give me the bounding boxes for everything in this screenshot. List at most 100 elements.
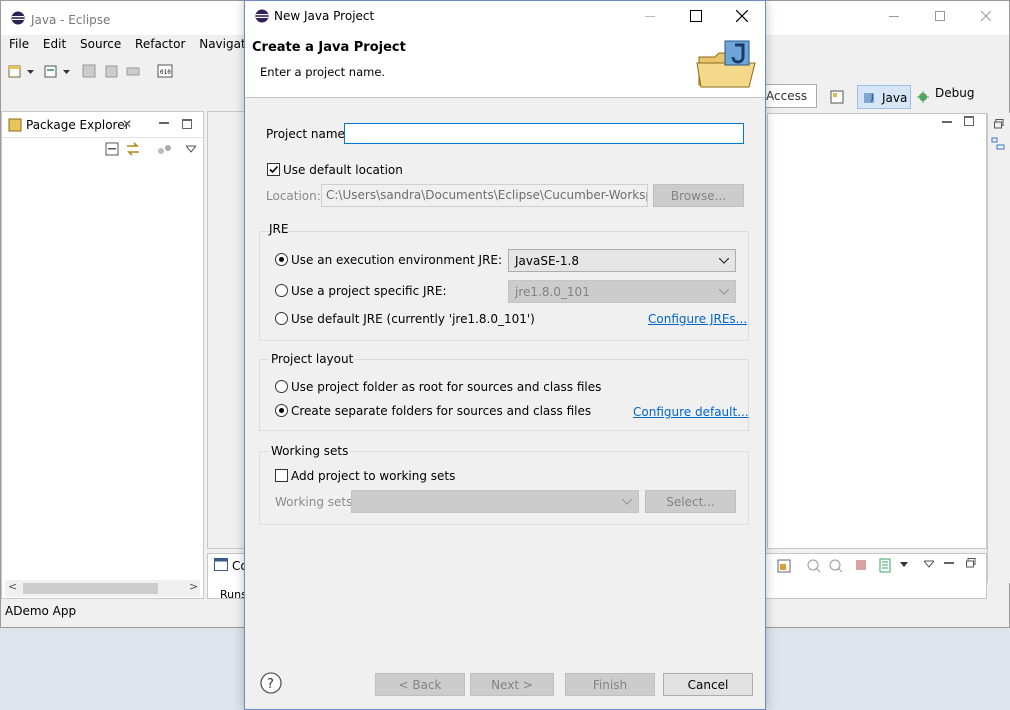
eclipse-close-icon[interactable]: [963, 1, 1009, 31]
next-button[interactable]: Next >: [470, 673, 554, 696]
scroll-lock-icon[interactable]: [776, 558, 792, 574]
configure-jres-link[interactable]: Configure JREs...: [648, 312, 747, 326]
terminate-icon[interactable]: [854, 558, 868, 572]
project-layout-group: [259, 359, 749, 431]
java-project-wizard-icon: [695, 39, 759, 91]
console-restore-icon[interactable]: [966, 558, 976, 568]
save-all-icon[interactable]: [103, 63, 119, 79]
view-menu-icon[interactable]: [924, 560, 934, 568]
layout-separate-radio[interactable]: [275, 404, 288, 417]
console-minimize-icon[interactable]: [944, 560, 954, 570]
eclipse-minimize-icon[interactable]: [871, 1, 917, 31]
perspective-java[interactable]: J Java: [857, 85, 911, 109]
scroll-right-icon[interactable]: >: [189, 580, 198, 593]
perspective-debug[interactable]: Debug: [935, 86, 974, 108]
menu-source[interactable]: Source: [80, 37, 121, 51]
minimize-icon[interactable]: [627, 1, 673, 31]
quick-access[interactable]: Access: [759, 84, 817, 108]
view-maximize-icon[interactable]: [182, 119, 192, 129]
working-sets-group: [259, 451, 749, 525]
package-explorer-icon: [8, 118, 22, 132]
new-package-icon[interactable]: [43, 63, 59, 79]
new-java-project-dialog: New Java Project Create a Java Project E…: [244, 0, 766, 710]
view-close-icon[interactable]: ✕: [122, 117, 132, 131]
jre-default-label: Use default JRE (currently 'jre1.8.0_101…: [291, 312, 535, 326]
package-explorer-title: Package Explorer: [26, 118, 130, 132]
project-name-label: Project name:: [266, 127, 349, 141]
outline-icon[interactable]: [991, 137, 1005, 151]
print-icon[interactable]: [125, 63, 141, 79]
jre-env-label: Use an execution environment JRE:: [291, 253, 503, 267]
dialog-titlebar[interactable]: New Java Project: [245, 1, 765, 31]
save-icon[interactable]: [81, 63, 97, 79]
svg-text:?: ?: [267, 677, 274, 692]
finish-button[interactable]: Finish: [565, 673, 655, 696]
eclipse-toolbar: 010: [5, 59, 245, 85]
add-to-working-sets-checkbox[interactable]: [275, 469, 288, 482]
view-menu-icon[interactable]: [186, 145, 196, 153]
jre-specific-value: jre1.8.0_101: [515, 285, 590, 299]
display-console-icon[interactable]: [878, 558, 894, 574]
back-button[interactable]: < Back: [375, 673, 465, 696]
package-explorer-tab[interactable]: Package Explorer ✕: [2, 112, 203, 138]
jre-specific-select[interactable]: jre1.8.0_101: [508, 280, 736, 303]
close-icon[interactable]: [719, 1, 765, 31]
open-perspective-icon[interactable]: [829, 89, 845, 105]
menu-file[interactable]: File: [9, 37, 29, 51]
working-sets-select[interactable]: [351, 490, 639, 513]
view-minimize-icon[interactable]: [159, 120, 169, 130]
browse-button[interactable]: Browse...: [653, 184, 744, 207]
console-output: Runs: [220, 588, 247, 601]
working-sets-label: Working sets:: [275, 495, 357, 509]
eclipse-title: Java - Eclipse: [31, 13, 111, 27]
layout-root-label: Use project folder as root for sources a…: [291, 380, 602, 394]
jre-group-title: JRE: [269, 222, 289, 236]
collapse-all-icon[interactable]: [105, 142, 119, 156]
use-default-location-checkbox[interactable]: [267, 163, 280, 176]
jre-env-value: JavaSE-1.8: [515, 254, 579, 268]
help-icon[interactable]: ?: [260, 672, 282, 694]
dropdown-arrow-icon[interactable]: [900, 562, 908, 568]
menu-refactor[interactable]: Refactor: [135, 37, 185, 51]
chevron-down-icon: [719, 289, 729, 295]
select-working-sets-button[interactable]: Select...: [645, 490, 736, 513]
jre-env-select[interactable]: JavaSE-1.8: [508, 249, 736, 272]
jre-specific-radio[interactable]: [275, 284, 288, 297]
configure-default-link[interactable]: Configure default...: [633, 405, 749, 419]
horizontal-scrollbar[interactable]: < >: [5, 580, 200, 597]
jre-env-radio[interactable]: [275, 253, 288, 266]
location-input[interactable]: C:\Users\sandra\Documents\Eclipse\Cucumb…: [321, 184, 648, 207]
location-label: Location:: [266, 189, 321, 203]
focus-icon[interactable]: [157, 142, 173, 156]
layout-separate-label: Create separate folders for sources and …: [291, 404, 592, 418]
use-default-location-label: Use default location: [283, 163, 403, 177]
eclipse-maximize-icon[interactable]: [917, 1, 963, 31]
eclipse-menubar: File Edit Source Refactor Navigate: [9, 37, 263, 59]
eclipse-logo-icon: [255, 9, 269, 23]
cancel-button[interactable]: Cancel: [663, 673, 753, 696]
remove-launch-icon[interactable]: [806, 558, 822, 574]
menu-edit[interactable]: Edit: [43, 37, 66, 51]
scroll-thumb[interactable]: [23, 583, 158, 594]
jre-default-radio[interactable]: [275, 312, 288, 325]
outline-panel: [767, 113, 987, 549]
project-layout-title: Project layout: [269, 352, 356, 366]
scroll-left-icon[interactable]: <: [8, 580, 17, 593]
svg-text:J: J: [870, 93, 873, 102]
dropdown-arrow-icon[interactable]: [63, 63, 79, 79]
dropdown-arrow-icon[interactable]: [27, 63, 43, 79]
new-icon[interactable]: [7, 63, 23, 79]
console-icon: [214, 558, 228, 571]
panel-minimize-icon[interactable]: [942, 118, 952, 128]
panel-maximize-icon[interactable]: [964, 116, 974, 126]
link-with-editor-icon[interactable]: [125, 141, 141, 157]
maximize-icon[interactable]: [673, 1, 719, 31]
remove-all-icon[interactable]: [828, 558, 844, 574]
layout-root-radio[interactable]: [275, 380, 288, 393]
dialog-header: Create a Java Project Enter a project na…: [245, 31, 765, 98]
restore-icon[interactable]: [994, 119, 1004, 129]
eclipse-logo-icon: [11, 11, 25, 25]
binary-icon[interactable]: 010: [157, 63, 173, 79]
project-name-input[interactable]: [344, 123, 744, 144]
debug-bug-icon: [915, 89, 931, 105]
